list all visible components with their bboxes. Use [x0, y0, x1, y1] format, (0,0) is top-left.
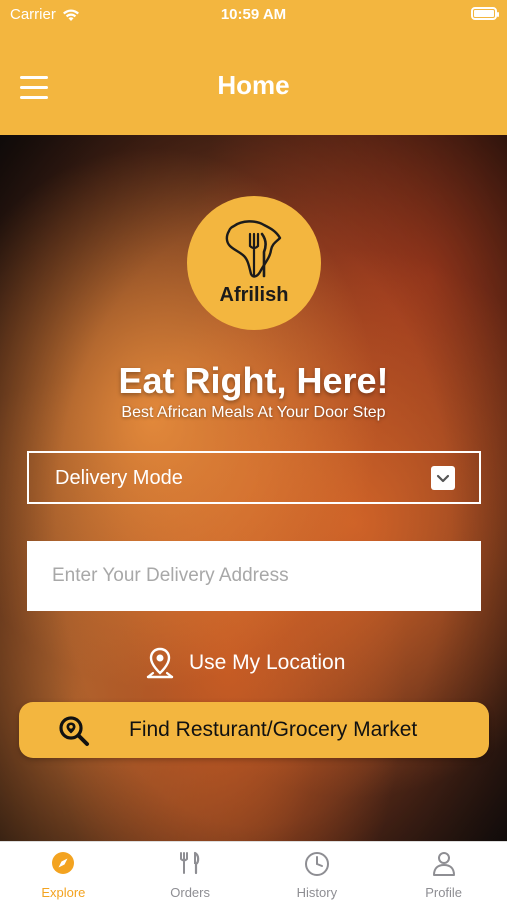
status-time: 10:59 AM [220, 6, 287, 23]
location-pin-icon [146, 647, 174, 679]
tab-label: Profile [425, 885, 463, 900]
bottom-tab-bar: Explore Orders History Profile [0, 841, 507, 901]
delivery-mode-value: Delivery Mode [55, 467, 183, 489]
brand-logo: Afrilish [187, 196, 321, 330]
cutlery-icon [180, 851, 200, 875]
delivery-mode-select[interactable]: Delivery Mode [27, 451, 481, 504]
search-location-icon [59, 716, 89, 746]
hero-headline: Eat Right, Here! [118, 360, 389, 401]
status-right [471, 7, 499, 20]
delivery-address-input[interactable] [27, 541, 481, 611]
tab-orders[interactable]: Orders [127, 842, 254, 901]
status-bar: Carrier 10:59 AM [0, 0, 507, 30]
find-restaurant-button[interactable]: Find Resturant/Grocery Market [19, 702, 489, 758]
app-header: Home [0, 30, 507, 135]
compass-icon [52, 852, 75, 874]
page-title: Home [217, 70, 290, 100]
hero-subline: Best African Meals At Your Door Step [121, 404, 386, 421]
find-restaurant-label: Find Resturant/Grocery Market [129, 718, 418, 741]
tab-label: History [296, 885, 338, 900]
tab-label: Explore [41, 885, 86, 900]
tab-profile[interactable]: Profile [380, 842, 507, 901]
brand-name: Afrilish [219, 284, 289, 306]
battery-icon [471, 7, 499, 20]
tab-label: Orders [170, 885, 210, 900]
africa-fork-knife-icon [225, 220, 282, 278]
tab-history[interactable]: History [254, 842, 381, 901]
tab-explore[interactable]: Explore [0, 842, 127, 901]
use-my-location-label: Use My Location [189, 651, 346, 674]
person-icon [432, 852, 455, 876]
chevron-down-icon[interactable] [431, 466, 455, 490]
use-my-location-link[interactable]: Use My Location [145, 646, 345, 680]
clock-icon [304, 852, 329, 876]
